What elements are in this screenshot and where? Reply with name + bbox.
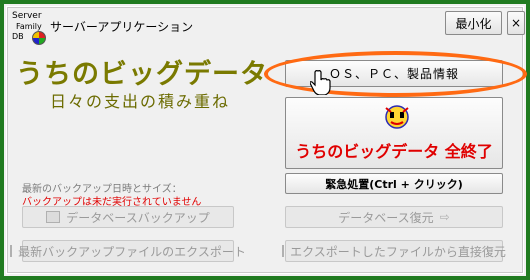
emergency-button[interactable]: 緊急処置(Ctrl + クリック)	[285, 173, 503, 194]
direct-restore-label: エクスポートしたファイルから直接復元	[290, 244, 506, 259]
direct-restore-button: エクスポートしたファイルから直接復元	[282, 240, 506, 262]
export-latest-backup-label: 最新バックアップファイルのエクスポート	[18, 244, 246, 259]
database-backup-button: データベースバックアップ	[22, 206, 234, 228]
logo-color-dot	[32, 31, 46, 45]
hand-pointer-icon	[309, 69, 332, 96]
app-window: Server Family DB サーバーアプリケーション 最小化 × うちのビ…	[0, 0, 530, 280]
exit-all-label: うちのビッグデータ 全終了	[295, 142, 493, 161]
database-backup-label: データベースバックアップ	[66, 210, 210, 225]
export-latest-backup-button: 最新バックアップファイルのエクスポート	[10, 240, 246, 262]
logo-line-2: Family	[16, 22, 42, 31]
app-title: サーバーアプリケーション	[50, 20, 194, 34]
logo-line-1: Server	[12, 11, 42, 21]
close-button[interactable]: ×	[507, 11, 525, 35]
face-exit-icon	[384, 104, 410, 130]
minimize-button[interactable]: 最小化	[445, 11, 502, 35]
arrow-right-icon: ⇨	[439, 210, 450, 224]
database-restore-label: データベース復元	[338, 210, 434, 225]
exit-all-button[interactable]: うちのビッグデータ 全終了	[285, 97, 503, 169]
page-title: うちのビッグデータ	[16, 59, 268, 90]
app-logo: Server Family DB	[12, 12, 46, 46]
logo-line-3: DB	[12, 32, 24, 41]
restore-file-icon	[282, 245, 285, 257]
export-file-icon	[10, 245, 13, 257]
database-icon	[46, 211, 61, 223]
page-subtitle: 日々の支出の積み重ね	[50, 92, 231, 111]
highlight-ring	[264, 51, 527, 97]
database-restore-button: データベース復元 ⇨	[285, 206, 503, 228]
